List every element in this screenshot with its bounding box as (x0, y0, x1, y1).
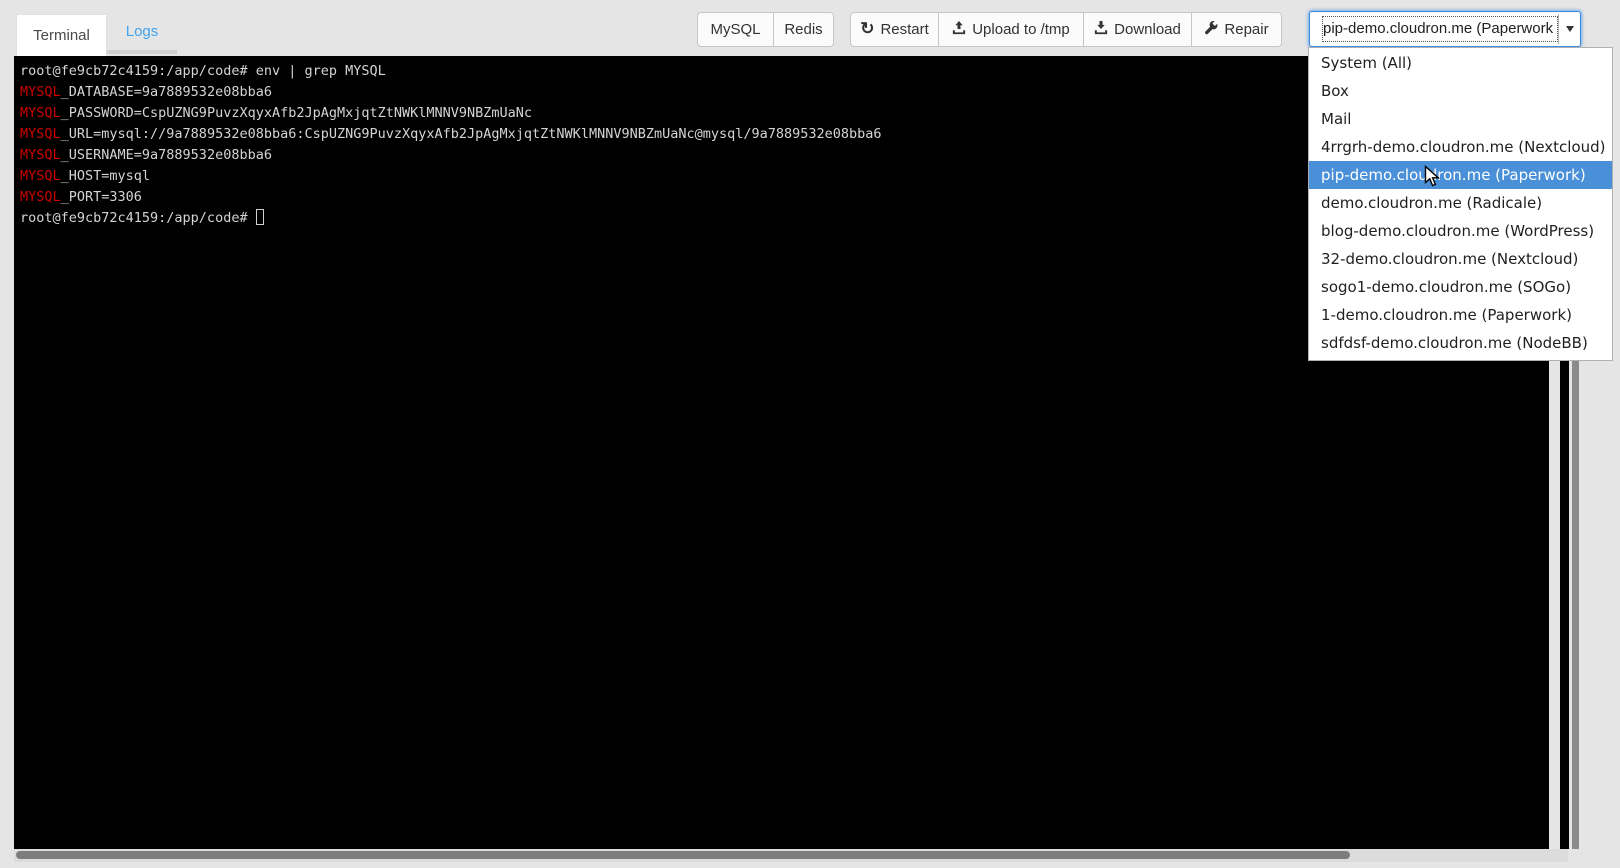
db-button-group: MySQL Redis (697, 12, 834, 47)
dropdown-option-pip-selected[interactable]: pip-demo.cloudron.me (Paperwork) (1309, 161, 1612, 189)
terminal-output: root@fe9cb72c4159:/app/code# env | grep … (20, 61, 882, 229)
tab-logs[interactable]: Logs (107, 12, 177, 50)
tab-logs-label: Logs (126, 23, 159, 40)
horizontal-scrollbar-thumb[interactable] (16, 851, 1350, 859)
chevron-down-icon (1566, 26, 1574, 32)
terminal-block-cursor (256, 209, 264, 225)
restart-button[interactable]: ↻ Restart (850, 12, 939, 47)
dropdown-option-box[interactable]: Box (1309, 77, 1612, 105)
terminal-text: _DATABASE=9a7889532e08bba6 (61, 84, 272, 100)
dropdown-option-sogo1[interactable]: sogo1-demo.cloudron.me (SOGo) (1309, 273, 1612, 301)
terminal-line: MYSQL_HOST=mysql (20, 166, 882, 187)
restart-button-label: Restart (880, 21, 928, 38)
terminal-text: _PORT=3306 (61, 189, 142, 205)
terminal-text: _USERNAME=9a7889532e08bba6 (61, 147, 272, 163)
action-button-group: ↻ Restart Upload to /tmp Download Repair (850, 12, 1282, 47)
dropdown-option-system[interactable]: System (All) (1309, 49, 1612, 77)
terminal-text: _URL=mysql://9a7889532e08bba6:CspUZNG9Pu… (61, 126, 882, 142)
terminal-text-match: MYSQL (20, 105, 61, 121)
mysql-button[interactable]: MySQL (697, 12, 774, 47)
repair-button[interactable]: Repair (1191, 12, 1282, 47)
download-button[interactable]: Download (1083, 12, 1192, 47)
repair-icon (1204, 21, 1218, 39)
upload-button[interactable]: Upload to /tmp (938, 12, 1084, 47)
terminal-text: root@fe9cb72c4159:/app/code# env | grep … (20, 63, 386, 79)
redis-button-label: Redis (784, 21, 822, 38)
terminal-text: root@fe9cb72c4159:/app/code# (20, 210, 256, 226)
terminal-text: _HOST=mysql (61, 168, 150, 184)
upload-button-label: Upload to /tmp (972, 21, 1070, 38)
tab-terminal[interactable]: Terminal (16, 14, 107, 56)
dropdown-option-32[interactable]: 32-demo.cloudron.me (Nextcloud) (1309, 245, 1612, 273)
restart-icon: ↻ (860, 20, 874, 37)
upload-icon (952, 21, 966, 39)
mysql-button-label: MySQL (710, 21, 760, 38)
terminal-line: MYSQL_USERNAME=9a7889532e08bba6 (20, 145, 882, 166)
dropdown-option-mail[interactable]: Mail (1309, 105, 1612, 133)
dropdown-option-1demo[interactable]: 1-demo.cloudron.me (Paperwork) (1309, 301, 1612, 329)
terminal-text-match: MYSQL (20, 189, 61, 205)
terminal-line: MYSQL_URL=mysql://9a7889532e08bba6:CspUZ… (20, 124, 882, 145)
dropdown-option-demo[interactable]: demo.cloudron.me (Radicale) (1309, 189, 1612, 217)
terminal-line: MYSQL_DATABASE=9a7889532e08bba6 (20, 82, 882, 103)
dropdown-option-4rrgrh[interactable]: 4rrgrh-demo.cloudron.me (Nextcloud) (1309, 133, 1612, 161)
terminal-line: root@fe9cb72c4159:/app/code# (20, 208, 882, 229)
redis-button[interactable]: Redis (773, 12, 834, 47)
terminal-text: _PASSWORD=CspUZNG9PuvzXqyxAfb2JpAgMxjqtZ… (61, 105, 532, 121)
terminal-text-match: MYSQL (20, 168, 61, 184)
download-icon (1094, 21, 1108, 39)
app-select-arrow-button[interactable] (1558, 14, 1580, 44)
download-button-label: Download (1114, 21, 1181, 38)
terminal-line: MYSQL_PORT=3306 (20, 187, 882, 208)
terminal-text-match: MYSQL (20, 84, 61, 100)
app-select-dropdown: System (All) Box Mail 4rrgrh-demo.cloudr… (1308, 47, 1613, 361)
terminal-text-match: MYSQL (20, 126, 61, 142)
repair-button-label: Repair (1224, 21, 1268, 38)
app-select-value: pip-demo.cloudron.me (Paperwork (1323, 17, 1557, 41)
terminal-line: MYSQL_PASSWORD=CspUZNG9PuvzXqyxAfb2JpAgM… (20, 103, 882, 124)
app-select[interactable]: pip-demo.cloudron.me (Paperwork (1309, 11, 1581, 47)
terminal-text-match: MYSQL (20, 147, 61, 163)
mouse-pointer-icon (1424, 165, 1441, 193)
dropdown-option-sdfdsf[interactable]: sdfdsf-demo.cloudron.me (NodeBB) (1309, 329, 1612, 357)
terminal-line: root@fe9cb72c4159:/app/code# env | grep … (20, 61, 882, 82)
tab-terminal-label: Terminal (33, 27, 90, 44)
horizontal-scrollbar-track[interactable] (14, 849, 1568, 862)
dropdown-option-blog[interactable]: blog-demo.cloudron.me (WordPress) (1309, 217, 1612, 245)
tab-logs-underline (107, 50, 177, 54)
